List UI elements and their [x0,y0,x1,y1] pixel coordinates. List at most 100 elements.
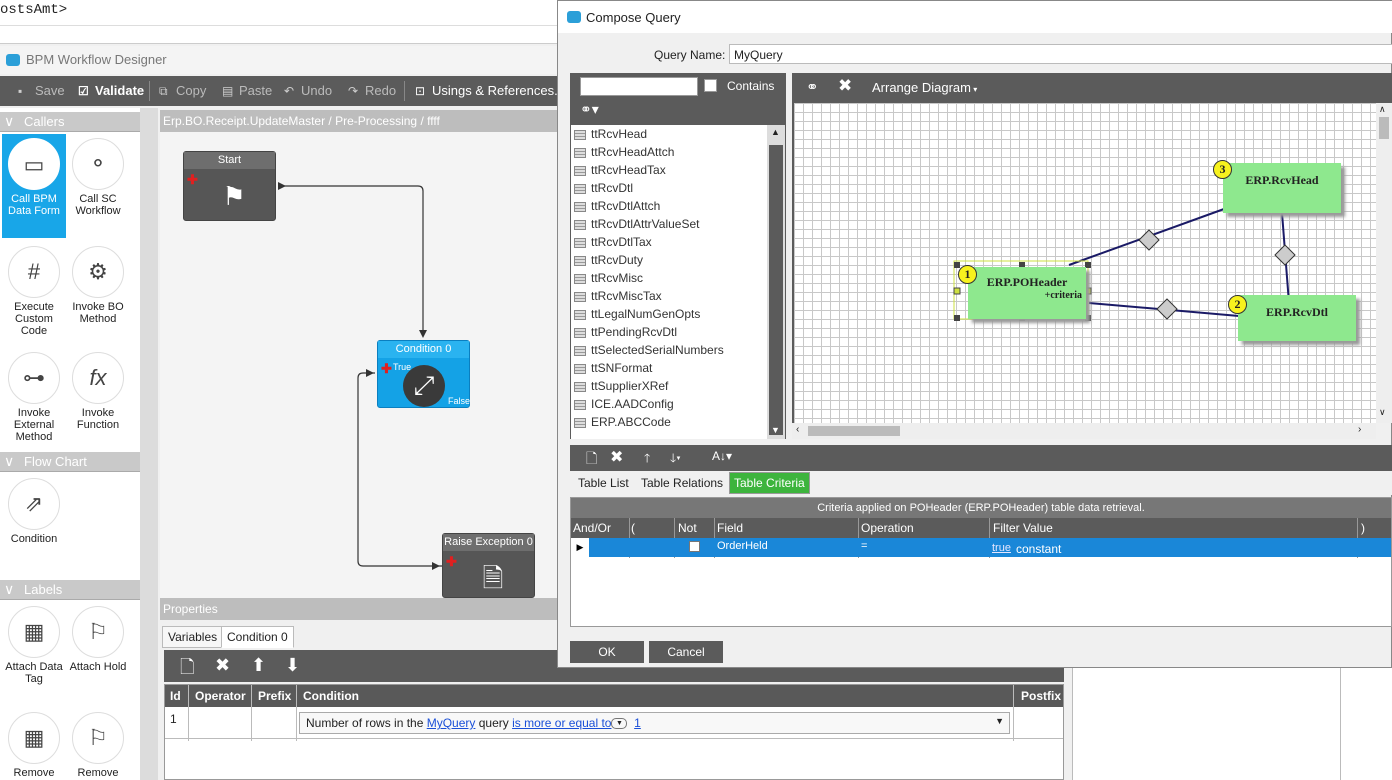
flowchart-header[interactable]: ∨ Flow Chart [0,452,140,472]
table-list-item[interactable]: ICE.AADConfig [571,395,767,413]
start-node[interactable]: Start ✚ ⚑ [183,151,276,221]
row-selector-icon[interactable]: ▶ [571,538,589,557]
tab-table-criteria[interactable]: Table Criteria [729,472,810,494]
contains-checkbox[interactable] [704,79,717,92]
call-bpm-data-form-item[interactable]: ▭ Call BPM Data Form [2,134,66,238]
validate-button[interactable]: ☑ Validate [78,83,144,98]
usings-references-button[interactable]: ⊡ Usings & References... [415,83,565,98]
scroll-thumb[interactable] [1379,117,1389,139]
delete-icon[interactable]: ✖ [215,655,230,676]
table-list-item[interactable]: ERP.ABCCode [571,413,767,431]
move-up-icon[interactable]: ⬆ [251,655,266,676]
cancel-button[interactable]: Cancel [649,641,723,663]
table-search-input[interactable] [580,77,698,96]
raise-exception-node[interactable]: Raise Exception 0 ✚ 🗎 [442,533,535,598]
condition-node[interactable]: Condition 0 ✚ True False ⤢ [377,340,470,408]
table-list-item[interactable]: ttSupplierXRef [571,377,767,395]
table-list-item[interactable]: ttRcvHeadTax [571,161,767,179]
query-diagram[interactable]: ERP.POHeader +criteria 1 ERP.RcvDtl 2 ER… [792,103,1376,423]
invoke-external-method-item[interactable]: ⊶ Invoke External Method [2,348,66,452]
flag-icon: ⚑ [222,181,246,211]
callers-header[interactable]: ∨ Callers [0,112,140,132]
table-list-item[interactable]: ttLegalNumGenOpts [571,305,767,323]
entity-poheader[interactable]: ERP.POHeader +criteria [968,267,1086,319]
operation-value[interactable]: = [861,540,867,552]
attach-hold-item[interactable]: ⚐ Attach Hold [66,602,130,688]
field-value[interactable]: OrderHeld [717,540,768,552]
criteria-row[interactable]: ▶ OrderHeld = true constant [571,538,1391,557]
scroll-down-icon[interactable]: ▼ [771,425,780,435]
scroll-right-icon[interactable]: › [1358,424,1361,435]
scroll-thumb[interactable] [769,145,783,435]
attach-data-tag-item[interactable]: ▦ Attach Data Tag [2,602,66,688]
chevron-down-icon[interactable]: ▼ [995,716,1004,726]
tab-table-relations[interactable]: Table Relations [641,476,723,490]
new-icon[interactable]: 🗋 [180,655,194,685]
tab-condition-0[interactable]: Condition 0 [221,626,294,648]
copy-button[interactable]: ⧉ Copy [159,83,206,99]
scroll-up-icon[interactable]: ∧ [1379,104,1386,115]
redo-button[interactable]: ↷ Redo [348,83,396,98]
table-list-item[interactable]: ttRcvHeadAttch [571,143,767,161]
tab-variables[interactable]: Variables [162,626,224,648]
add-icon[interactable]: ✚ [381,361,392,377]
table-list-item[interactable]: ttRcvDuty [571,251,767,269]
remove-data-tag-item[interactable]: ▦ Remove [2,708,66,780]
link-icon[interactable]: ⚭▾ [580,101,599,118]
move-down-icon[interactable]: 🡓▾ [670,449,681,470]
scroll-up-icon[interactable]: ▲ [771,127,780,137]
invoke-function-item[interactable]: fx Invoke Function [66,348,130,452]
diagram-vertical-scrollbar[interactable]: ∧ ∨ [1376,103,1392,423]
link-icon[interactable]: ⚭ [806,78,819,96]
table-list-item[interactable]: ttRcvDtlAttch [571,197,767,215]
filter-value-link[interactable]: true [992,542,1011,554]
labels-header[interactable]: ∨ Labels [0,580,140,600]
query-link[interactable]: MyQuery [427,716,476,730]
tab-table-list[interactable]: Table List [578,476,629,490]
move-up-icon[interactable]: 🡑 [644,449,650,470]
invoke-bo-method-item[interactable]: ⚙ Invoke BO Method [66,242,130,346]
value-link[interactable]: 1 [634,716,641,730]
condition-row[interactable]: 1 Number of rows in the MyQuery query is… [165,707,1063,739]
execute-custom-code-item[interactable]: # Execute Custom Code [2,242,66,346]
paste-button[interactable]: ▤ Paste [222,83,272,98]
table-list-item[interactable]: ttRcvHead [571,125,767,143]
query-name-input[interactable]: MyQuery [729,44,1392,64]
entity-rcvdtl[interactable]: ERP.RcvDtl [1238,295,1356,341]
scroll-thumb[interactable] [808,426,900,436]
workflow-canvas[interactable]: Start ✚ ⚑ Condition 0 ✚ True False ⤢ Rai… [160,132,557,598]
scroll-left-icon[interactable]: ‹ [796,424,799,435]
arrange-diagram-button[interactable]: Arrange Diagram ▾ [872,80,977,95]
add-icon[interactable]: ✚ [187,172,198,188]
table-list-item[interactable]: ttRcvDtlTax [571,233,767,251]
table-list-scrollbar[interactable]: ▲ ▼ [767,125,785,439]
remove-hold-item[interactable]: ⚐ Remove [66,708,130,780]
new-icon[interactable]: 🗋 [586,448,597,472]
move-down-icon[interactable]: ⬇ [285,655,300,676]
condition-expression-select[interactable]: Number of rows in the MyQuery query is m… [299,712,1010,734]
sort-icon[interactable]: A↓▾ [712,449,732,463]
table-list-item[interactable]: ttRcvMisc [571,269,767,287]
table-list-item[interactable]: ttRcvMiscTax [571,287,767,305]
call-sc-workflow-item[interactable]: ⚬ Call SC Workflow [66,134,130,238]
scroll-down-icon[interactable]: ∨ [1379,407,1386,418]
operator-link[interactable]: is more or equal to [512,716,611,730]
add-icon[interactable]: ✚ [446,554,457,570]
table-list-item[interactable]: ttPendingRcvDtl [571,323,767,341]
palette-scrollbar[interactable] [140,108,158,780]
save-button[interactable]: ▪ Save [18,83,65,98]
table-name: ttPendingRcvDtl [591,325,678,339]
undo-button[interactable]: ↶ Undo [284,83,332,98]
table-list-item[interactable]: ttSNFormat [571,359,767,377]
delete-icon[interactable]: ✖ [610,447,623,467]
table-list-item[interactable]: ttRcvDtlAttrValueSet [571,215,767,233]
table-list-item[interactable]: ttSelectedSerialNumbers [571,341,767,359]
delete-icon[interactable]: ✖ [838,76,852,96]
not-checkbox[interactable] [689,541,700,552]
diagram-horizontal-scrollbar[interactable]: ‹ › [792,423,1376,439]
entity-rcvhead[interactable]: ERP.RcvHead [1223,163,1341,213]
condition-item[interactable]: ⇗ Condition [2,474,66,550]
table-list-item[interactable]: ttRcvDtl [571,179,767,197]
ok-button[interactable]: OK [570,641,644,663]
operator-dropdown-icon[interactable]: ▼ [611,718,628,730]
